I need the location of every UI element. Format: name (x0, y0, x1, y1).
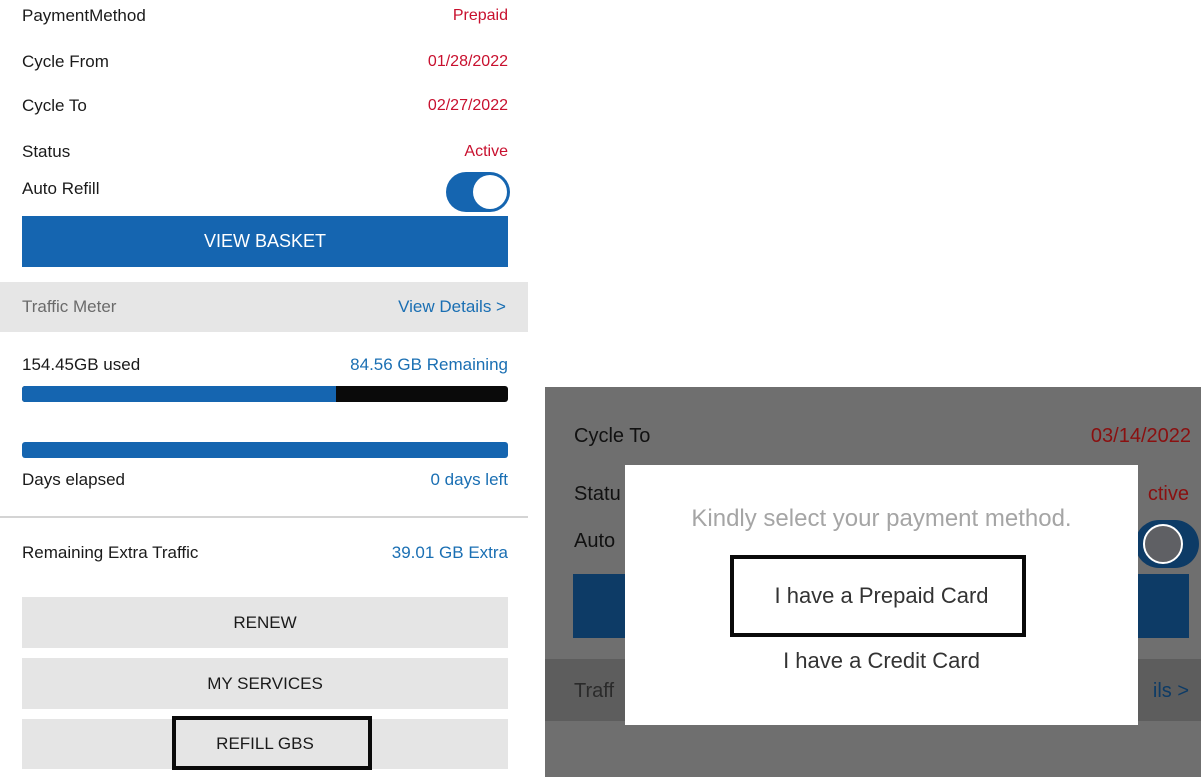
days-progress-fill (22, 442, 508, 458)
traffic-meter-title: Traffic Meter (22, 297, 117, 316)
auto-refill-toggle[interactable] (446, 172, 510, 212)
cycle-from-row: Cycle From 01/28/2022 (22, 50, 508, 74)
bg-traffic-label: Traff (574, 680, 615, 702)
traffic-progress-fill (22, 386, 336, 402)
renew-button[interactable]: RENEW (22, 597, 508, 648)
extra-traffic-row: Remaining Extra Traffic 39.01 GB Extra (22, 541, 508, 565)
usage-remaining: 84.56 GB Remaining (350, 355, 508, 374)
usage-row: 154.45GB used 84.56 GB Remaining (22, 353, 508, 377)
cycle-to-row: Cycle To 02/27/2022 (22, 94, 508, 118)
payment-method-row: PaymentMethod Prepaid (22, 4, 508, 28)
days-left-value: 0 days left (430, 470, 509, 489)
traffic-progress-bar (22, 386, 508, 402)
dialog-message: Kindly select your payment method. (691, 505, 1072, 532)
traffic-meter-header: Traffic Meter View Details > (0, 282, 528, 332)
payment-method-value: Prepaid (452, 7, 508, 24)
toggle-knob (473, 175, 507, 209)
status-row: Status Active (22, 140, 508, 164)
view-basket-button[interactable]: VIEW BASKET (22, 216, 508, 267)
subscription-details-panel: PaymentMethod Prepaid Cycle From 01/28/2… (0, 0, 530, 777)
auto-refill-label: Auto Refill (22, 179, 100, 198)
bg-auto-refill-toggle (1135, 520, 1199, 568)
cycle-from-label: Cycle From (22, 52, 109, 71)
bg-details-link: ils > (1152, 680, 1189, 702)
bg-cycle-to-value: 03/14/2022 (1090, 425, 1191, 447)
days-row: Days elapsed 0 days left (22, 468, 508, 492)
bg-toggle-knob (1143, 524, 1183, 564)
usage-used: 154.45GB used (22, 355, 141, 374)
cycle-from-value: 01/28/2022 (427, 53, 508, 70)
section-divider (0, 516, 528, 518)
view-details-link[interactable]: View Details > (398, 297, 506, 317)
bg-auto-label: Auto (574, 530, 616, 552)
bg-status-label: Statu (574, 483, 621, 505)
cycle-to-value: 02/27/2022 (427, 97, 508, 114)
extra-traffic-value: 39.01 GB Extra (391, 543, 508, 562)
bg-cycle-to-label: Cycle To (574, 425, 651, 447)
my-services-button[interactable]: MY SERVICES (22, 658, 508, 709)
auto-refill-row: Auto Refill (22, 177, 422, 201)
payment-method-label: PaymentMethod (22, 6, 146, 25)
payment-method-screen: Cycle To 03/14/2022 Statu ctive Auto Tra… (545, 387, 1201, 777)
status-value: Active (464, 143, 508, 160)
credit-card-option[interactable]: I have a Credit Card (625, 648, 1138, 674)
refill-gbs-button[interactable]: REFILL GBS (22, 719, 508, 769)
extra-traffic-label: Remaining Extra Traffic (22, 543, 199, 562)
prepaid-card-option[interactable]: I have a Prepaid Card (625, 583, 1138, 609)
days-elapsed-label: Days elapsed (22, 470, 126, 489)
status-label: Status (22, 142, 71, 161)
cycle-to-label: Cycle To (22, 96, 87, 115)
days-progress-bar (22, 442, 508, 458)
bg-status-value: ctive (1147, 483, 1189, 505)
payment-method-dialog: Kindly select your payment method. I hav… (625, 465, 1138, 725)
